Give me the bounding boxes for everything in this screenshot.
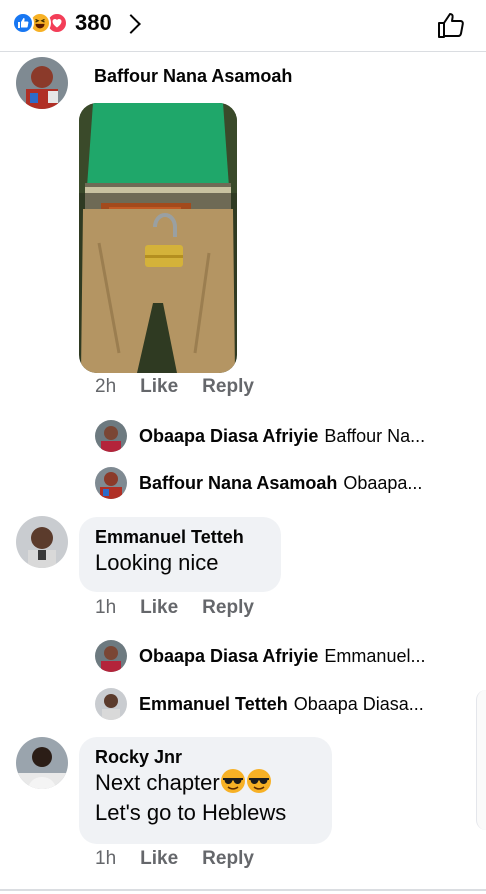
reply-preview-text: Obaapa... [343,472,423,493]
comment-text: Looking nice [95,550,219,575]
comment-text-line: Next chapter [95,768,316,798]
sunglasses-face-icon [246,768,272,794]
reply-button[interactable]: Reply [202,376,254,398]
avatar [95,640,127,672]
reply-button[interactable]: Reply [202,848,254,870]
comment-author[interactable]: Emmanuel Tetteh [95,527,265,548]
comment-actions: 1h Like Reply [95,848,254,870]
comment-bubble: Rocky Jnr Next chapter Let's go to Heble… [79,737,332,844]
avatar [95,467,127,499]
reply-author: Emmanuel Tetteh [139,693,288,714]
comment-author[interactable]: Baffour Nana Asamoah [94,66,292,87]
reactions-header: 380 [0,0,486,52]
reaction-summary[interactable]: 380 [12,9,141,37]
avatar[interactable] [16,516,68,568]
reply-preview-text: Emmanuel... [324,645,426,666]
reply-preview[interactable]: Obaapa Diasa Afriyie Emmanuel... [95,640,425,672]
like-button[interactable]: Like [140,848,178,870]
sunglasses-face-icon [220,768,246,794]
comment-text: Next chapter [95,770,220,795]
reply-preview[interactable]: Baffour Nana Asamoah Obaapa... [95,467,422,499]
reply-button[interactable]: Reply [202,597,254,619]
scroll-edge [476,690,486,830]
reply-preview[interactable]: Obaapa Diasa Afriyie Baffour Na... [95,420,425,452]
avatar[interactable] [16,57,68,109]
thumbs-up-outline-icon[interactable] [436,10,466,40]
avatar[interactable] [16,737,68,789]
comment-author[interactable]: Rocky Jnr [95,747,316,768]
reply-preview[interactable]: Emmanuel Tetteh Obaapa Diasa... [95,688,424,720]
like-button[interactable]: Like [140,376,178,398]
chevron-right-icon [120,13,141,34]
reply-preview-text: Baffour Na... [324,425,426,446]
reply-author: Obaapa Diasa Afriyie [139,425,319,446]
avatar [95,420,127,452]
comment-time[interactable]: 1h [95,597,116,619]
comment-text: Let's go to Heblews [95,800,287,825]
reply-preview-text: Obaapa Diasa... [293,693,424,714]
comment-time[interactable]: 2h [95,376,116,398]
comment-bubble: Emmanuel Tetteh Looking nice [79,517,281,592]
comment-actions: 1h Like Reply [95,597,254,619]
like-reaction-icon [12,12,34,34]
comment-time[interactable]: 1h [95,848,116,870]
avatar [95,688,127,720]
like-button[interactable]: Like [140,597,178,619]
comment-photo[interactable] [79,103,237,373]
reaction-count: 380 [75,10,112,35]
reply-author: Obaapa Diasa Afriyie [139,645,319,666]
divider [0,889,486,891]
reply-author: Baffour Nana Asamoah [139,472,338,493]
comment-actions: 2h Like Reply [95,376,254,398]
